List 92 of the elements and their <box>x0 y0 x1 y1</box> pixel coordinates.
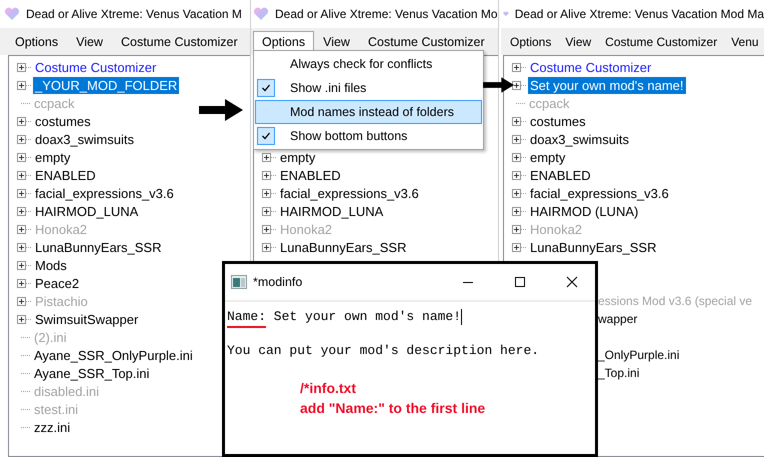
notepad-icon <box>231 275 247 289</box>
tree-item[interactable]: HAIRMOD (LUNA) <box>528 202 640 220</box>
expand-icon[interactable] <box>17 188 26 198</box>
expand-icon[interactable] <box>512 80 521 90</box>
tree-item[interactable]: empty <box>33 148 72 166</box>
expand-icon[interactable] <box>17 80 26 90</box>
tree-item[interactable]: Peace2 <box>33 274 82 292</box>
menu-item[interactable]: Venu <box>724 30 764 52</box>
expand-icon[interactable] <box>512 224 521 234</box>
tree-item[interactable]: facial_expressions_v3.6 <box>528 184 671 202</box>
tree-item[interactable]: LunaBunnyEars_SSR <box>528 238 658 256</box>
expand-icon[interactable] <box>17 224 26 234</box>
tree-item[interactable]: facial_expressions_v3.6 <box>278 184 421 202</box>
expand-icon[interactable] <box>17 296 26 306</box>
menu-item[interactable]: View <box>558 30 598 52</box>
tree-item[interactable]: doax3_swimsuits <box>33 130 136 148</box>
close-icon[interactable] <box>566 276 578 288</box>
text-line: Name: Set your own mod's name! <box>227 309 462 324</box>
menu-option[interactable]: Show bottom buttons <box>255 124 482 148</box>
tree-item[interactable]: facial_expressions_v3.6 <box>33 184 176 202</box>
menu-item[interactable]: Costume Customizer <box>598 30 724 52</box>
window-title: Dead or Alive Xtreme: Venus Vacation M <box>26 7 242 21</box>
expand-icon[interactable] <box>512 116 521 126</box>
underline-mark <box>227 326 266 328</box>
tree-item[interactable]: Costume Customizer <box>33 58 158 76</box>
menu-item[interactable]: View <box>314 30 359 52</box>
expand-icon[interactable] <box>512 134 521 144</box>
expand-icon[interactable] <box>17 260 26 270</box>
expand-icon[interactable] <box>17 170 26 180</box>
annotation-text: /*info.txt <box>300 379 357 398</box>
annotation-text: add "Name:" to the first line <box>300 399 486 418</box>
expand-icon[interactable] <box>17 242 26 252</box>
expand-icon[interactable] <box>262 188 271 198</box>
expand-icon[interactable] <box>17 152 26 162</box>
tree-item[interactable]: HAIRMOD_LUNA <box>33 202 140 220</box>
text-cursor <box>461 308 462 324</box>
tree-item[interactable]: costumes <box>528 112 588 130</box>
tree-item[interactable]: doax3_swimsuits <box>528 130 631 148</box>
tree-item[interactable]: _Top.ini <box>598 364 642 382</box>
tree-item[interactable]: _YOUR_MOD_FOLDER <box>33 76 180 94</box>
tree-item[interactable]: costumes <box>33 112 93 130</box>
tree-item[interactable]: Costume Customizer <box>528 58 654 76</box>
expand-icon[interactable] <box>262 206 271 216</box>
expand-icon[interactable] <box>17 314 26 324</box>
heart-icon <box>4 7 20 21</box>
menu-item[interactable]: Costume Customizer <box>112 30 247 52</box>
tree-item[interactable]: _OnlyPurple.ini <box>598 346 682 364</box>
menu-option[interactable]: Show .ini files <box>255 76 482 100</box>
expand-icon[interactable] <box>17 206 26 216</box>
tree-item[interactable]: empty <box>278 148 318 166</box>
menu-item[interactable]: Options <box>6 30 68 52</box>
expand-icon[interactable] <box>512 62 521 72</box>
right-arrow-icon <box>199 99 243 121</box>
tree-item[interactable]: HAIRMOD_LUNA <box>278 202 386 220</box>
expand-icon[interactable] <box>512 242 521 252</box>
menu-item[interactable]: Options <box>503 30 558 52</box>
tree-item[interactable]: SwimsuitSwapper <box>33 310 140 328</box>
tree-item[interactable]: ENABLED <box>528 166 593 184</box>
menu-item[interactable]: Options <box>253 30 314 52</box>
tree-item[interactable]: ENABLED <box>278 166 343 184</box>
text-line: You can put your mod's description here. <box>227 343 540 358</box>
maximize-icon[interactable] <box>514 276 526 288</box>
tree-item[interactable]: zzz.ini <box>32 418 72 436</box>
expand-icon[interactable] <box>512 206 521 216</box>
expand-icon[interactable] <box>17 134 26 144</box>
menu-item[interactable]: View <box>67 30 112 52</box>
menu-item[interactable]: Costume Customizer <box>358 30 494 52</box>
expand-icon[interactable] <box>262 170 271 180</box>
expand-icon[interactable] <box>17 116 26 126</box>
tree-item[interactable]: Ayane_SSR_OnlyPurple.ini <box>32 346 195 364</box>
tree-item[interactable]: Ayane_SSR_Top.ini <box>32 364 152 382</box>
tree-item[interactable]: ENABLED <box>33 166 98 184</box>
tree-item[interactable]: Set your own mod's name! <box>528 76 686 94</box>
tree-item[interactable]: empty <box>528 148 568 166</box>
menu-option[interactable]: Always check for conflicts <box>255 52 482 76</box>
expand-icon[interactable] <box>262 224 271 234</box>
window-title: Dead or Alive Xtreme: Venus Vacation Mo <box>275 7 498 21</box>
expand-icon[interactable] <box>262 242 271 252</box>
expand-icon[interactable] <box>512 152 521 162</box>
window-title: Dead or Alive Xtreme: Venus Vacation Mod Ma <box>514 7 764 21</box>
menu-option[interactable]: Mod names instead of folders <box>255 100 482 124</box>
window-title: *modinfo <box>253 275 302 289</box>
tree-item[interactable]: wapper <box>598 310 640 328</box>
heart-icon <box>253 7 269 21</box>
expand-icon[interactable] <box>512 170 521 180</box>
expand-icon[interactable] <box>262 152 271 162</box>
tree-item[interactable]: Mods <box>33 256 69 274</box>
expand-icon[interactable] <box>17 62 26 72</box>
tree-item[interactable]: LunaBunnyEars_SSR <box>33 238 164 256</box>
tree-item[interactable]: LunaBunnyEars_SSR <box>278 238 408 256</box>
expand-icon[interactable] <box>512 188 521 198</box>
expand-icon[interactable] <box>17 278 26 288</box>
